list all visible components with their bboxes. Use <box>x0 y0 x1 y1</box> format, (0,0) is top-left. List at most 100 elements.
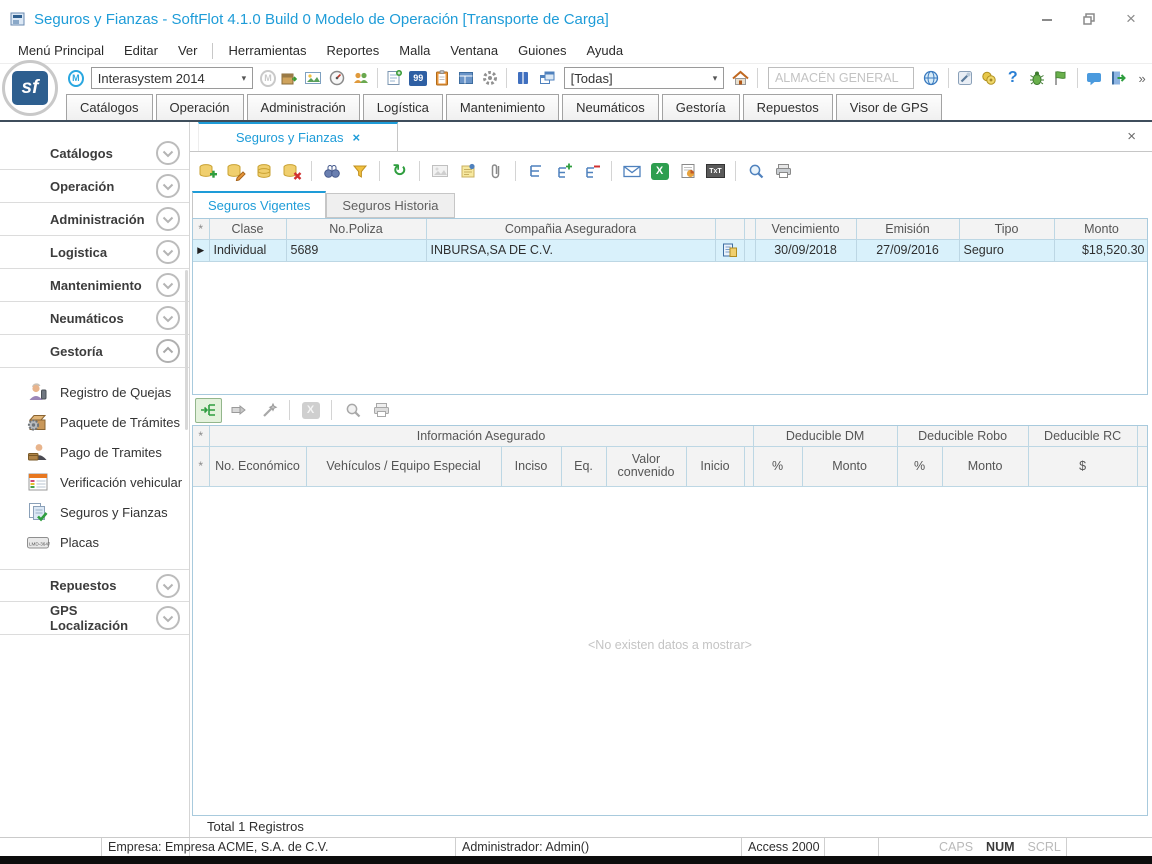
sidebar-group-mantenimiento[interactable]: Mantenimiento <box>0 269 189 302</box>
expand-down-icon[interactable] <box>155 173 181 199</box>
new-document-icon[interactable] <box>384 67 405 89</box>
tab-logistica[interactable]: Logística <box>363 94 443 120</box>
exit-door-icon[interactable] <box>1107 67 1128 89</box>
collapse-up-icon[interactable] <box>155 338 181 364</box>
edit-record-icon[interactable] <box>224 160 247 182</box>
col-header-monto[interactable]: Monto <box>1054 219 1148 239</box>
gauge-icon[interactable] <box>327 67 348 89</box>
menu-item-principal[interactable]: Menú Principal <box>8 43 114 58</box>
tab-close-icon[interactable]: × <box>353 130 361 145</box>
col-header-clase[interactable]: Clase <box>209 219 286 239</box>
menu-item-editar[interactable]: Editar <box>114 43 168 58</box>
home-icon[interactable] <box>730 67 751 89</box>
cell-vencimiento[interactable]: 30/09/2018 <box>755 239 856 261</box>
restore-button[interactable] <box>1082 12 1096 26</box>
col-header-emision[interactable]: Emisión <box>856 219 959 239</box>
chat-bubble-icon[interactable] <box>1084 67 1105 89</box>
print-preview-icon[interactable] <box>744 160 767 182</box>
bug-icon[interactable] <box>1026 67 1047 89</box>
filter-funnel-icon[interactable] <box>348 160 371 182</box>
next-record-icon[interactable] <box>228 399 251 421</box>
filter-combobox[interactable]: [Todas] ▾ <box>564 67 725 89</box>
image-disabled-icon[interactable] <box>428 160 451 182</box>
clipboard-icon[interactable] <box>432 67 453 89</box>
col-header-dm-pct[interactable]: % <box>753 446 802 486</box>
tab-administracion[interactable]: Administración <box>247 94 360 120</box>
col-header-inicio[interactable]: Inicio <box>686 446 744 486</box>
expand-down-icon[interactable] <box>155 605 181 631</box>
sidebar-group-gps-localizacion[interactable]: GPS Localización <box>0 602 189 635</box>
print-icon[interactable] <box>772 160 795 182</box>
flag-icon[interactable] <box>1050 67 1071 89</box>
add-record-icon[interactable] <box>196 160 219 182</box>
sidebar-item-pago-de-tramites[interactable]: Pago de Tramites <box>0 437 189 467</box>
tree-view-icon[interactable] <box>524 160 547 182</box>
panel-close-icon[interactable]: × <box>1127 128 1136 145</box>
wrench-tool-icon[interactable] <box>955 67 976 89</box>
magic-wand-icon[interactable] <box>257 399 280 421</box>
duplicate-window-icon[interactable] <box>537 67 558 89</box>
blue-book-icon[interactable] <box>513 67 534 89</box>
delete-record-icon[interactable] <box>280 160 303 182</box>
cell-clase[interactable]: Individual <box>209 239 286 261</box>
sidebar-item-seguros-y-fianzas[interactable]: Seguros y Fianzas <box>0 497 189 527</box>
coins-icon[interactable] <box>978 67 999 89</box>
cell-compania[interactable]: INBURSA,SA DE C.V. <box>426 239 715 261</box>
menu-item-ventana[interactable]: Ventana <box>440 43 508 58</box>
annotation-note-icon[interactable] <box>456 160 479 182</box>
warehouse-input[interactable] <box>768 67 914 89</box>
cell-emision[interactable]: 27/09/2016 <box>856 239 959 261</box>
close-button[interactable]: × <box>1124 12 1138 26</box>
col-header-compania[interactable]: Compañia Aseguradora <box>426 219 715 239</box>
vigentes-row-selected[interactable]: ▶ Individual 5689 INBURSA,SA DE C.V. 30/… <box>193 239 1148 261</box>
sidebar-group-administracion[interactable]: Administración <box>0 203 189 236</box>
tree-expand-icon[interactable] <box>552 160 575 182</box>
refresh-icon[interactable]: ↻ <box>388 160 411 182</box>
col-header-valor-convenido[interactable]: Valor convenido <box>606 446 686 486</box>
col-header-blank[interactable] <box>744 219 755 239</box>
col-header-vehiculos[interactable]: Vehículos / Equipo Especial <box>306 446 501 486</box>
cell-monto[interactable]: $18,520.30 <box>1054 239 1148 261</box>
cell-tipo[interactable]: Seguro <box>959 239 1054 261</box>
cell-poliza[interactable]: 5689 <box>286 239 426 261</box>
tab-visor-gps[interactable]: Visor de GPS <box>836 94 943 120</box>
col-header-rc-amount[interactable]: $ <box>1028 446 1137 486</box>
sidebar-group-neumaticos[interactable]: Neumáticos <box>0 302 189 335</box>
col-header-blank[interactable] <box>744 446 753 486</box>
image-icon[interactable] <box>303 67 324 89</box>
data-record-icon[interactable] <box>252 160 275 182</box>
badge-99-icon[interactable]: 99 <box>408 67 429 89</box>
col-header-inciso[interactable]: Inciso <box>501 446 561 486</box>
archive-box-icon[interactable] <box>279 67 300 89</box>
search-binoculars-icon[interactable] <box>320 160 343 182</box>
col-header-blank[interactable] <box>1137 446 1148 486</box>
sidebar-group-repuestos[interactable]: Repuestos <box>0 569 189 602</box>
expand-down-icon[interactable] <box>155 305 181 331</box>
insert-detail-record-button[interactable] <box>195 398 222 423</box>
col-header-poliza[interactable]: No.Poliza <box>286 219 426 239</box>
sidebar-item-placas[interactable]: LMD-3647 Placas <box>0 527 189 557</box>
help-question-icon[interactable]: ? <box>1002 67 1023 89</box>
sidebar-group-gestoria[interactable]: Gestoría <box>0 335 189 368</box>
col-header-eq[interactable]: Eq. <box>561 446 606 486</box>
sidebar-group-catalogos[interactable]: Catálogos <box>0 137 189 170</box>
col-header-economico[interactable]: No. Económico <box>209 446 306 486</box>
menu-item-guiones[interactable]: Guiones <box>508 43 576 58</box>
menu-item-reportes[interactable]: Reportes <box>317 43 390 58</box>
tree-collapse-icon[interactable] <box>580 160 603 182</box>
tab-repuestos[interactable]: Repuestos <box>743 94 833 120</box>
col-header-vencimiento[interactable]: Vencimiento <box>755 219 856 239</box>
subtab-seguros-vigentes[interactable]: Seguros Vigentes <box>192 191 326 218</box>
profile-combobox[interactable]: Interasystem 2014 ▾ <box>91 67 253 89</box>
globe-icon[interactable] <box>921 67 942 89</box>
print-disabled-icon[interactable] <box>370 399 393 421</box>
print-preview-disabled-icon[interactable] <box>341 399 364 421</box>
document-tab-seguros-y-fianzas[interactable]: Seguros y Fianzas × <box>198 122 398 151</box>
cell-doc-icon[interactable] <box>715 239 744 261</box>
toolbar-overflow-icon[interactable]: » <box>1131 67 1152 89</box>
tab-catalogos[interactable]: Catálogos <box>66 94 153 120</box>
subtab-seguros-historia[interactable]: Seguros Historia <box>326 193 454 218</box>
tab-neumaticos[interactable]: Neumáticos <box>562 94 659 120</box>
col-header-tipo[interactable]: Tipo <box>959 219 1054 239</box>
tab-operacion[interactable]: Operación <box>156 94 244 120</box>
